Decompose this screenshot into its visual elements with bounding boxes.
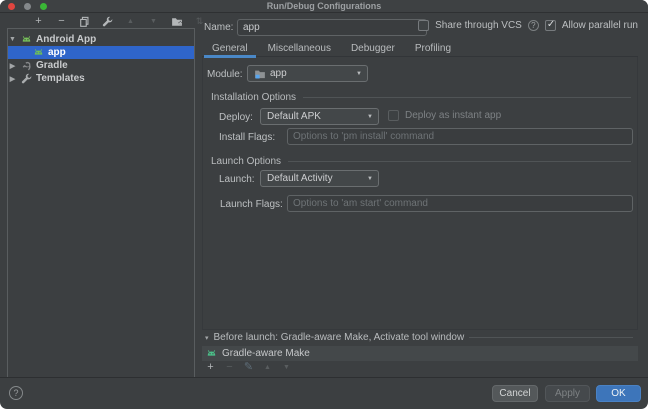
name-input[interactable] [237,19,427,36]
wrench-icon [21,73,32,84]
module-value: app [270,68,287,79]
before-launch-title: Before launch: Gradle-aware Make, Activa… [214,332,465,343]
move-up-icon: ▲ [262,361,273,374]
launch-label: Launch: [219,173,255,186]
launch-options-section: Launch Options [211,155,631,168]
title-bar: Run/Debug Configurations [0,0,648,13]
chevron-collapsed-icon[interactable]: ▶ [8,75,17,83]
install-flags-input[interactable] [287,128,633,145]
tab-label: Miscellaneous [268,43,331,54]
section-rule [469,337,633,338]
gradle-icon [21,60,32,71]
move-down-icon: ▼ [281,361,292,374]
tab-label: Profiling [415,43,451,54]
add-icon[interactable]: + [205,361,216,374]
module-folder-icon [254,68,266,80]
apply-button: Apply [545,385,590,402]
tree-item-app[interactable]: app [8,46,194,59]
chevron-down-icon: ▼ [356,71,362,78]
run-debug-configurations-dialog: Run/Debug Configurations + − ▲ ▼ ⇅ ▼ And… [0,0,648,409]
new-folder-icon[interactable] [170,15,183,28]
tree-item-label: Android App [36,34,96,45]
tree-item-android-app[interactable]: ▼ Android App [8,33,194,46]
tab-label: General [212,43,248,54]
tab-miscellaneous[interactable]: Miscellaneous [258,40,341,56]
android-icon [21,34,32,45]
launch-flags-input[interactable] [287,195,633,212]
tree-item-label: Gradle [36,60,68,71]
section-rule [303,97,631,98]
move-up-icon: ▲ [124,15,137,28]
install-flags-label: Install Flags: [219,131,275,144]
chevron-down-icon: ▼ [367,176,373,183]
edit-icon: ✎ [243,361,254,374]
name-label: Name: [204,21,233,34]
general-tab-panel: Module: app ▼ Installation Options Deplo… [202,57,638,330]
module-label: Module: [207,68,243,81]
remove-icon[interactable]: − [55,15,68,28]
traffic-lights [8,3,47,10]
tab-label: Debugger [351,43,395,54]
zoom-window-icon[interactable] [40,3,47,10]
deploy-as-instant-app-checkbox [388,110,399,121]
deploy-value: Default APK [267,111,321,122]
close-window-icon[interactable] [8,3,15,10]
tree-item-templates[interactable]: ▶ Templates [8,72,194,85]
chevron-collapsed-icon[interactable]: ▶ [8,62,17,70]
share-through-vcs-label: Share through VCS [435,20,522,31]
chevron-down-icon: ▼ [367,114,373,121]
footer-separator [0,377,648,378]
run-options: Share through VCS ? Allow parallel run [418,20,638,31]
copy-icon[interactable] [78,15,91,28]
tab-profiling[interactable]: Profiling [405,40,461,56]
android-icon [33,47,44,58]
tree-item-gradle[interactable]: ▶ Gradle [8,59,194,72]
tree-item-label: app [48,47,66,58]
add-icon[interactable]: + [32,15,45,28]
launch-value: Default Activity [267,173,333,184]
android-icon [206,348,217,359]
tab-general[interactable]: General [202,40,258,56]
section-rule [288,161,631,162]
deploy-as-instant-app-label: Deploy as instant app [405,110,501,121]
chevron-expanded-icon: ▾ [205,334,209,342]
before-launch-header[interactable]: ▾ Before launch: Gradle-aware Make, Acti… [205,331,633,344]
configurations-tree: ▼ Android App app ▶ Gradle ▶ Templates [7,28,195,378]
deploy-dropdown[interactable]: Default APK ▼ [260,108,379,125]
tab-debugger[interactable]: Debugger [341,40,405,56]
ok-button[interactable]: OK [596,385,641,402]
chevron-expanded-icon[interactable]: ▼ [8,36,17,43]
minimize-window-icon [24,3,31,10]
section-title: Installation Options [211,92,296,103]
allow-parallel-run-checkbox[interactable] [545,20,556,31]
before-launch-task-row[interactable]: Gradle-aware Make [202,346,638,361]
window-title: Run/Debug Configurations [0,0,648,13]
configurations-toolbar: + − ▲ ▼ ⇅ [32,15,206,28]
edit-defaults-icon[interactable] [101,15,114,28]
vcs-help-icon[interactable]: ? [528,20,539,31]
allow-parallel-run-label: Allow parallel run [562,20,638,31]
move-down-icon: ▼ [147,15,160,28]
instant-app-option: Deploy as instant app [388,110,501,121]
share-through-vcs-checkbox[interactable] [418,20,429,31]
installation-options-section: Installation Options [211,91,631,104]
module-dropdown[interactable]: app ▼ [247,65,368,82]
cancel-button[interactable]: Cancel [492,385,538,402]
section-title: Launch Options [211,156,281,167]
before-launch-toolbar: + − ✎ ▲ ▼ [205,361,292,374]
help-button[interactable]: ? [9,386,23,400]
launch-flags-label: Launch Flags: [220,198,283,211]
remove-icon: − [224,361,235,374]
deploy-label: Deploy: [219,111,253,124]
config-tabs: General Miscellaneous Debugger Profiling [202,40,638,57]
tree-item-label: Templates [36,73,85,84]
launch-dropdown[interactable]: Default Activity ▼ [260,170,379,187]
before-launch-task-label: Gradle-aware Make [222,348,310,359]
